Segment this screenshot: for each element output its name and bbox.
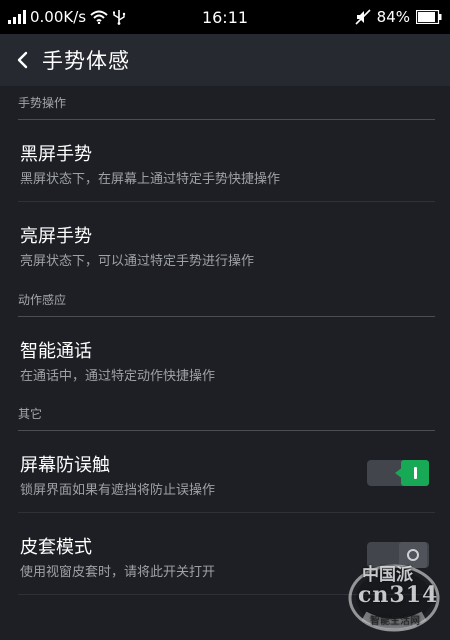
item-description: 锁屏界面如果有遮挡将防止误操作: [20, 483, 216, 498]
watermark-logo: 中国派 cn314 智能生活网: [344, 552, 444, 632]
list-item-anti-mistouch[interactable]: 屏幕防误触 锁屏界面如果有遮挡将防止误操作: [18, 431, 435, 513]
battery-icon: [416, 10, 442, 24]
item-description: 亮屏状态下，可以通过特定手势进行操作: [20, 254, 255, 269]
battery-percent: 84%: [376, 8, 410, 26]
status-bar: 0.00K/s 16:11 84%: [0, 0, 450, 34]
section-title-motion: 动作感应: [18, 283, 435, 317]
section-title-other: 其它: [18, 397, 435, 431]
item-description: 使用视窗皮套时，请将此开关打开: [20, 565, 216, 580]
status-right: 84%: [355, 0, 442, 34]
item-title: 屏幕防误触: [20, 455, 110, 476]
list-item-dark-screen-gesture[interactable]: 黑屏手势 黑屏状态下，在屏幕上通过特定手势快捷操作: [18, 120, 435, 202]
watermark-line3: 智能生活网: [370, 616, 420, 627]
anti-mistouch-toggle[interactable]: [367, 460, 429, 486]
page-title: 手势体感: [42, 49, 130, 73]
item-title: 皮套模式: [20, 537, 92, 558]
watermark-line2: cn314: [358, 582, 439, 608]
item-title: 智能通话: [20, 341, 92, 362]
toggle-knob: [401, 460, 429, 486]
list-item-smart-call[interactable]: 智能通话 在通话中，通过特定动作快捷操作: [18, 317, 435, 397]
app-header: 手势体感: [0, 34, 450, 86]
back-button[interactable]: [2, 34, 42, 86]
item-title: 亮屏手势: [20, 226, 92, 247]
item-description: 在通话中，通过特定动作快捷操作: [20, 369, 216, 384]
section-title-gesture: 手势操作: [18, 86, 435, 120]
chevron-left-icon: [16, 51, 28, 69]
item-description: 黑屏状态下，在屏幕上通过特定手势快捷操作: [20, 172, 281, 187]
item-title: 黑屏手势: [20, 144, 92, 165]
list-item-bright-screen-gesture[interactable]: 亮屏手势 亮屏状态下，可以通过特定手势进行操作: [18, 202, 435, 283]
mute-icon: [355, 9, 371, 25]
